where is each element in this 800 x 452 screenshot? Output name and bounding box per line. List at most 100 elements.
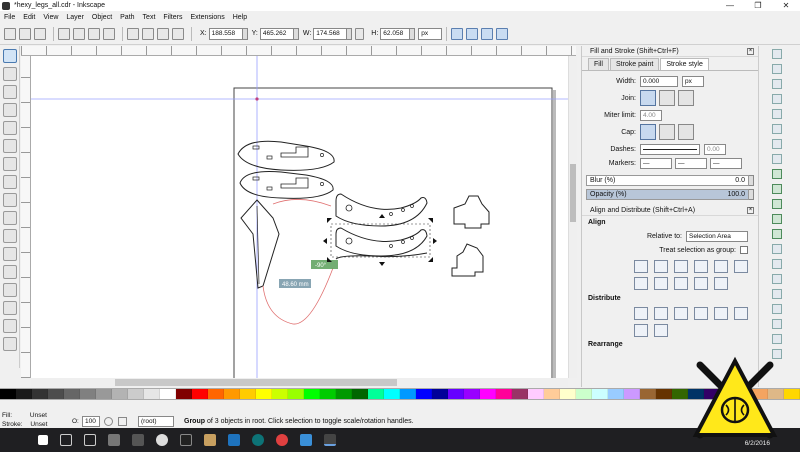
align-baseline-icon[interactable] [714, 277, 728, 290]
flip-vertical-icon[interactable] [103, 27, 115, 40]
raise-icon[interactable] [142, 27, 154, 40]
undo-icon[interactable] [772, 139, 782, 149]
palette-swatch[interactable] [480, 389, 496, 399]
start-marker-select[interactable]: — [640, 157, 672, 169]
horizontal-scrollbar[interactable] [31, 378, 568, 387]
text-tool-icon[interactable] [3, 283, 17, 297]
drawing-canvas[interactable]: 48.60 mm -90° [31, 56, 568, 378]
palette-swatch[interactable] [560, 389, 576, 399]
distribute-bottom-icon[interactable] [634, 324, 648, 337]
color-palette[interactable] [0, 388, 800, 400]
menu-extensions[interactable]: Extensions [190, 14, 224, 21]
windows-start-icon[interactable] [38, 435, 48, 445]
import-icon[interactable] [772, 109, 782, 119]
palette-swatch[interactable] [304, 389, 320, 399]
lock-icon[interactable] [355, 27, 365, 40]
duplicate-icon[interactable] [772, 244, 782, 254]
x-spinner[interactable] [242, 27, 248, 40]
palette-swatch[interactable] [624, 389, 640, 399]
transform-patterns-icon[interactable] [496, 27, 509, 40]
palette-swatch[interactable] [320, 389, 336, 399]
vertical-scroll-thumb[interactable] [570, 164, 576, 222]
scale-corners-icon[interactable] [466, 27, 479, 40]
width-unit-select[interactable]: px [682, 75, 704, 87]
minimize-button[interactable]: — [716, 1, 744, 10]
tab-stroke-style[interactable]: Stroke style [660, 58, 709, 70]
open-icon[interactable] [772, 64, 782, 74]
palette-swatch[interactable] [272, 389, 288, 399]
menu-edit[interactable]: Edit [23, 14, 35, 21]
palette-swatch[interactable] [384, 389, 400, 399]
palette-swatch[interactable] [0, 389, 16, 399]
palette-swatch[interactable] [336, 389, 352, 399]
w-spinner[interactable] [347, 27, 353, 40]
palette-swatch[interactable] [432, 389, 448, 399]
palette-swatch[interactable] [576, 389, 592, 399]
tab-fill[interactable]: Fill [588, 58, 609, 70]
distribute-left-icon[interactable] [634, 307, 648, 320]
lower-to-bottom-icon[interactable] [172, 27, 184, 40]
dash-pattern-select[interactable] [640, 143, 700, 155]
align-left-edge-icon[interactable] [714, 260, 728, 273]
palette-swatch[interactable] [592, 389, 608, 399]
dash-offset-field[interactable]: 0.00 [704, 143, 726, 155]
scale-stroke-icon[interactable] [451, 27, 464, 40]
chrome-icon[interactable] [276, 434, 288, 446]
measure-tool-icon[interactable] [3, 121, 17, 135]
palette-swatch[interactable] [192, 389, 208, 399]
close-button[interactable]: ✕ [772, 1, 800, 10]
palette-swatch[interactable] [640, 389, 656, 399]
tab-stroke-paint[interactable]: Stroke paint [609, 58, 660, 70]
fill-value[interactable]: Unset [30, 412, 47, 419]
round-cap-icon[interactable] [659, 124, 675, 140]
bevel-join-icon[interactable] [678, 90, 694, 106]
transform-gradients-icon[interactable] [481, 27, 494, 40]
close-icon[interactable]: × [747, 47, 754, 55]
rectangle-tool-icon[interactable] [3, 139, 17, 153]
zoom-selection-icon[interactable] [772, 199, 782, 209]
redo-icon[interactable] [772, 154, 782, 164]
round-join-icon[interactable] [659, 90, 675, 106]
steam-icon[interactable] [156, 434, 168, 446]
distribute-top-icon[interactable] [714, 307, 728, 320]
palette-swatch[interactable] [400, 389, 416, 399]
opacity-status-field[interactable]: 100 [82, 416, 100, 427]
palette-swatch[interactable] [288, 389, 304, 399]
selector-tool-icon[interactable] [3, 49, 17, 63]
lock-icon[interactable] [118, 417, 127, 426]
align-bottom-icon[interactable] [674, 277, 688, 290]
paint-bucket-tool-icon[interactable] [3, 337, 17, 351]
eye-icon[interactable] [104, 417, 113, 426]
file-explorer-icon[interactable] [204, 434, 216, 446]
flip-horizontal-icon[interactable] [88, 27, 100, 40]
miter-join-icon[interactable] [640, 90, 656, 106]
square-cap-icon[interactable] [678, 124, 694, 140]
rotate-ccw-icon[interactable] [58, 27, 70, 40]
menu-object[interactable]: Object [92, 14, 112, 21]
new-document-icon[interactable] [772, 49, 782, 59]
opacity-slider[interactable]: Opacity (%) 100.0 [586, 189, 749, 200]
y-field[interactable]: 465.262 [259, 27, 294, 40]
palette-swatch[interactable] [64, 389, 80, 399]
node-tool-icon[interactable] [3, 67, 17, 81]
blur-slider[interactable]: Blur (%) 0.0 [586, 175, 749, 186]
export-icon[interactable] [772, 124, 782, 134]
width-field[interactable]: 0.000 [640, 75, 678, 87]
h-spinner[interactable] [410, 27, 416, 40]
paste-icon[interactable] [772, 184, 782, 194]
edge-icon[interactable] [228, 434, 240, 446]
w-field[interactable]: 174.568 [313, 27, 348, 40]
align-top-icon[interactable] [634, 277, 648, 290]
app-icon[interactable] [132, 434, 144, 446]
xml-editor-icon[interactable] [772, 319, 782, 329]
vertical-ruler[interactable] [21, 56, 31, 378]
palette-swatch[interactable] [128, 389, 144, 399]
app-icon-2[interactable] [300, 434, 312, 446]
palette-swatch[interactable] [224, 389, 240, 399]
h-field[interactable]: 62.058 [380, 27, 411, 40]
select-all-layers-icon[interactable] [19, 27, 31, 40]
distribute-center-h-icon[interactable] [654, 307, 668, 320]
palette-swatch[interactable] [368, 389, 384, 399]
arduino-icon[interactable] [252, 434, 264, 446]
treat-group-checkbox[interactable] [740, 246, 748, 254]
